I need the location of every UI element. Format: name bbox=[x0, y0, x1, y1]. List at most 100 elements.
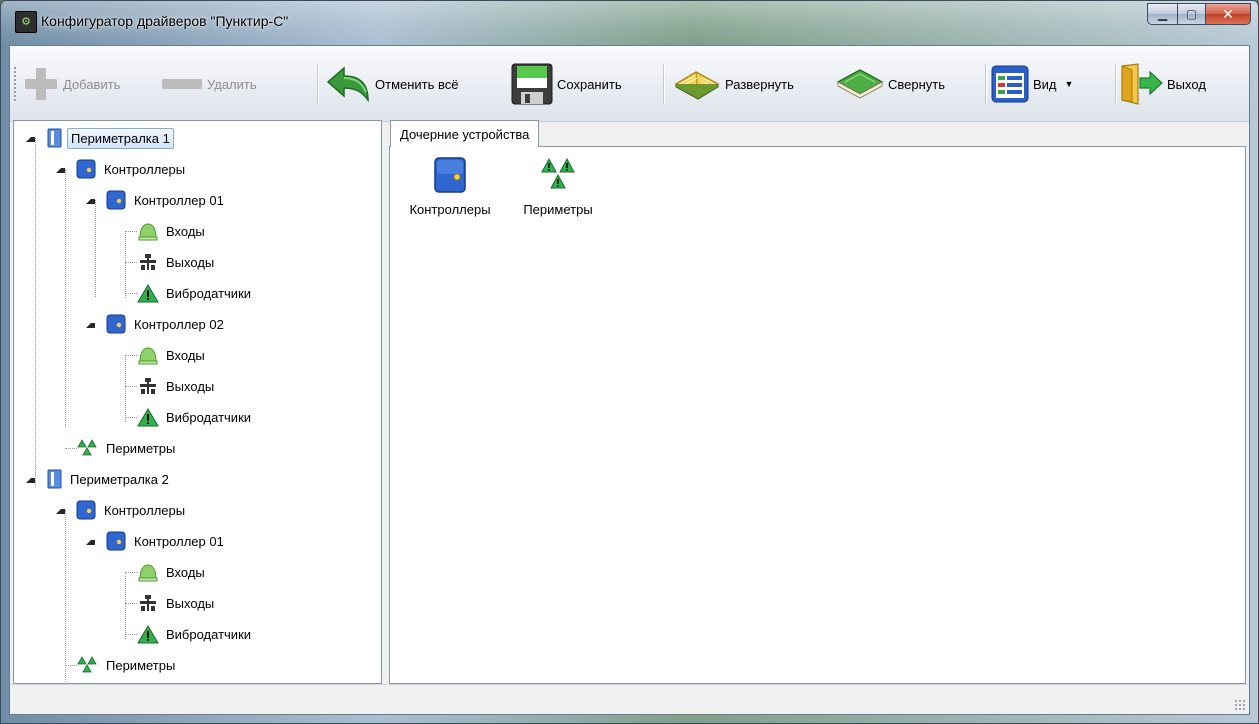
tree-node-perimeters[interactable]: Периметры bbox=[77, 435, 178, 461]
tab-child-devices[interactable]: Дочерние устройства bbox=[390, 120, 540, 147]
tree-node-vibration-sensors[interactable]: Вибродатчики bbox=[137, 404, 254, 430]
tree-node-outputs[interactable]: Выходы bbox=[137, 249, 217, 275]
tree-node-controller-01[interactable]: Контроллер 01 bbox=[105, 528, 227, 554]
tree-expander[interactable] bbox=[86, 536, 95, 545]
maximize-button[interactable]: ▢ bbox=[1177, 3, 1205, 25]
toolbar-separator bbox=[1115, 64, 1116, 104]
tree-expander[interactable] bbox=[86, 195, 95, 204]
tree-line bbox=[125, 293, 137, 294]
bell-icon bbox=[138, 564, 158, 582]
tree-line bbox=[125, 572, 126, 639]
tree-node-controller-02[interactable]: Контроллер 02 bbox=[105, 311, 227, 337]
tree-node-label: Контроллеры bbox=[104, 161, 186, 177]
delete-icon bbox=[160, 65, 204, 103]
save-label: Сохранить bbox=[557, 76, 622, 92]
tree-node-perimeter-2[interactable]: Периметралка 2 bbox=[45, 466, 172, 492]
tree-line bbox=[125, 386, 137, 387]
window-title: Конфигуратор драйверов "Пунктир-С" bbox=[41, 13, 289, 29]
tree-node-controllers-1[interactable]: Контроллеры bbox=[75, 156, 188, 182]
add-button[interactable]: Добавить bbox=[22, 60, 120, 108]
tree-line bbox=[65, 169, 66, 427]
tree-node-outputs[interactable]: Выходы bbox=[137, 590, 217, 616]
tree-node-label: Входы bbox=[166, 223, 205, 239]
view-label: Вид bbox=[1033, 76, 1057, 92]
floppy-disk-icon bbox=[511, 63, 553, 105]
toolbar-grip[interactable] bbox=[13, 66, 17, 102]
revert-all-label: Отменить всё bbox=[375, 76, 459, 92]
controller-icon bbox=[76, 500, 96, 520]
tree-line bbox=[125, 355, 126, 422]
tree-node-perimeter-1[interactable]: Периметралка 1 bbox=[45, 125, 174, 151]
tree-node-label: Контроллер 02 bbox=[134, 316, 224, 332]
warning-icon bbox=[137, 625, 159, 644]
exit-door-icon bbox=[1121, 63, 1163, 105]
tree-line bbox=[125, 355, 137, 356]
tree-expander[interactable] bbox=[56, 164, 65, 173]
tree-node-vibration-sensors[interactable]: Вибродатчики bbox=[137, 280, 254, 306]
warning-icon bbox=[137, 284, 159, 303]
perimeter-device-icon bbox=[47, 469, 62, 489]
tree-expander[interactable] bbox=[26, 474, 35, 483]
tree-node-inputs[interactable]: Входы bbox=[137, 559, 208, 585]
tree-node-outputs[interactable]: Выходы bbox=[137, 373, 217, 399]
bell-icon bbox=[138, 347, 158, 365]
tree-line bbox=[125, 634, 137, 635]
tree-expander[interactable] bbox=[26, 133, 35, 142]
tree-node-label: Периметралка 2 bbox=[70, 471, 169, 487]
exit-button[interactable]: Выход bbox=[1118, 60, 1206, 108]
child-item-controllers[interactable]: Контроллеры bbox=[395, 155, 505, 217]
tree-line bbox=[65, 510, 66, 706]
tree-line bbox=[125, 603, 137, 604]
tree-line bbox=[125, 417, 137, 418]
maximize-icon: ▢ bbox=[1185, 7, 1198, 21]
app-icon[interactable]: ⚙ bbox=[15, 11, 37, 33]
caption-buttons: ▁ ▢ ✕ bbox=[1147, 3, 1251, 25]
tree-line bbox=[125, 262, 137, 263]
tree-node-label: Выходы bbox=[166, 595, 215, 611]
tree-expander[interactable] bbox=[56, 505, 65, 514]
relay-icon bbox=[140, 595, 156, 611]
tree-line bbox=[95, 200, 96, 297]
view-dropdown-button[interactable]: Вид ▼ bbox=[990, 60, 1073, 108]
tree-node-label: Контроллер 01 bbox=[134, 192, 224, 208]
resize-grip[interactable] bbox=[1234, 699, 1246, 711]
child-devices-view[interactable]: Контроллеры Периметры bbox=[389, 146, 1246, 684]
tree-node-controllers-2[interactable]: Контроллеры bbox=[75, 497, 188, 523]
delete-label: Удалить bbox=[207, 76, 257, 92]
minimize-button[interactable]: ▁ bbox=[1147, 3, 1177, 25]
device-tree[interactable]: Периметралка 1 Контроллеры Контроллер 01 bbox=[13, 120, 382, 706]
revert-all-button[interactable]: Отменить всё bbox=[324, 60, 459, 108]
controller-icon bbox=[106, 314, 126, 334]
tree-line bbox=[65, 448, 77, 449]
tree-node-label: Периметралка 1 bbox=[67, 127, 174, 149]
child-item-label: Периметры bbox=[523, 202, 593, 217]
child-item-label: Контроллеры bbox=[409, 202, 491, 217]
collapse-button[interactable]: Свернуть bbox=[835, 60, 945, 108]
delete-button[interactable]: Удалить bbox=[160, 60, 257, 108]
open-book-icon bbox=[674, 71, 720, 100]
tab-label: Дочерние устройства bbox=[400, 126, 530, 142]
tree-node-label: Выходы bbox=[166, 378, 215, 394]
save-button[interactable]: Сохранить bbox=[510, 60, 622, 108]
multi-warning-icon bbox=[77, 439, 97, 456]
tree-node-inputs[interactable]: Входы bbox=[137, 342, 208, 368]
title-bar[interactable]: ⚙ Конфигуратор драйверов "Пунктир-С" ▁ ▢… bbox=[1, 1, 1258, 45]
tree-expander[interactable] bbox=[86, 319, 95, 328]
toolbar-separator bbox=[663, 64, 664, 104]
tree-node-label: Входы bbox=[166, 347, 205, 363]
tree-node-perimeters[interactable]: Периметры bbox=[77, 652, 178, 678]
tree-node-inputs[interactable]: Входы bbox=[137, 218, 208, 244]
tree-node-label: Вибродатчики bbox=[166, 626, 252, 642]
chevron-down-icon[interactable]: ▼ bbox=[1065, 79, 1074, 89]
tree-node-controller-01[interactable]: Контроллер 01 bbox=[105, 187, 227, 213]
tree-line bbox=[125, 572, 137, 573]
relay-icon bbox=[140, 378, 156, 394]
close-button[interactable]: ✕ bbox=[1205, 3, 1251, 25]
controller-icon bbox=[106, 190, 126, 210]
warning-icon bbox=[137, 408, 159, 427]
expand-button[interactable]: Развернуть bbox=[672, 60, 794, 108]
child-item-perimeters[interactable]: Периметры bbox=[513, 155, 603, 217]
main-window: ⚙ Конфигуратор драйверов "Пунктир-С" ▁ ▢… bbox=[0, 0, 1259, 724]
controller-large-icon bbox=[434, 157, 466, 193]
tree-node-vibration-sensors[interactable]: Вибродатчики bbox=[137, 621, 254, 647]
